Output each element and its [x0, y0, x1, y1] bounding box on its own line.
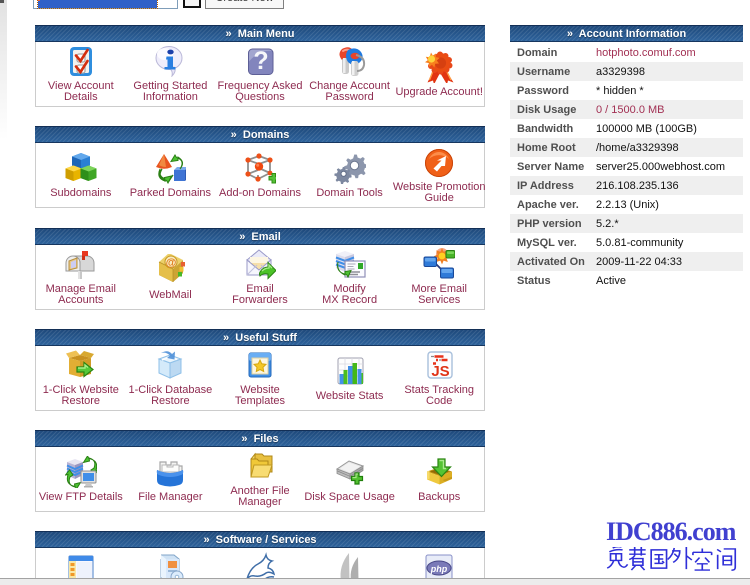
- svg-text:@: @: [166, 257, 177, 269]
- svg-text:?: ?: [253, 47, 268, 75]
- svg-text:php: php: [430, 564, 448, 574]
- svg-text:JS: JS: [431, 363, 449, 380]
